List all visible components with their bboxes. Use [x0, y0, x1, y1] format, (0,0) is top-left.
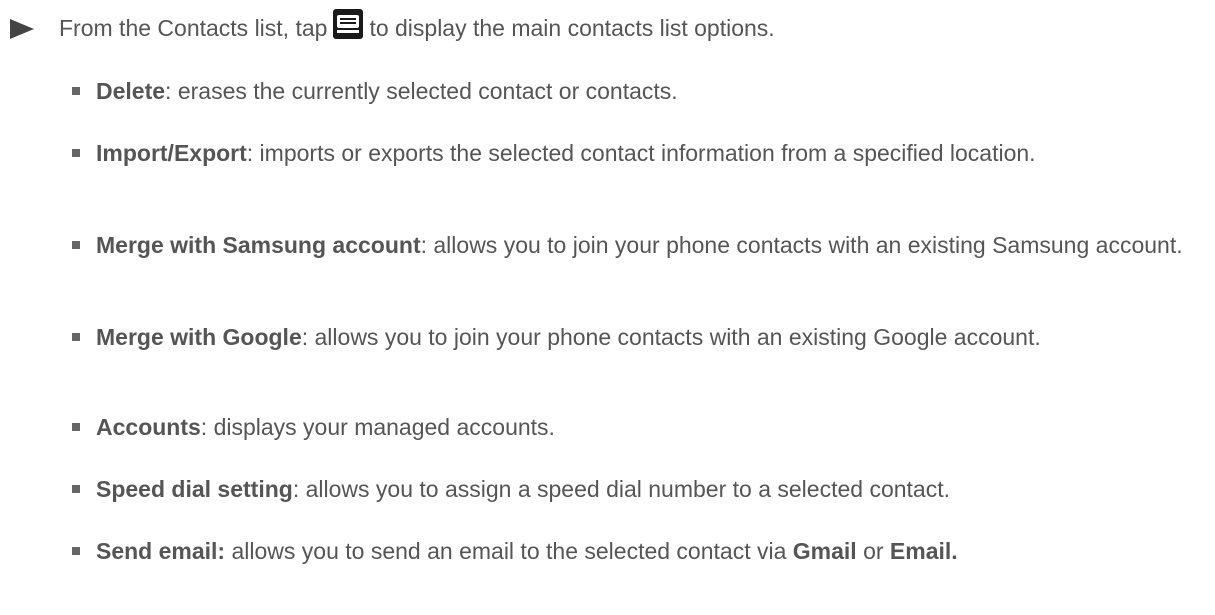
- bullet-icon: [72, 485, 80, 493]
- list-item-accounts: Accounts: displays your managed accounts…: [72, 412, 1201, 442]
- option-description: : erases the currently selected contact …: [165, 78, 678, 104]
- list-item-delete: Delete: erases the currently selected co…: [72, 76, 1201, 106]
- list-item-import-export: Import/Export: imports or exports the se…: [72, 138, 1201, 168]
- option-description: allows you to send an email to the selec…: [225, 538, 793, 564]
- step-arrow-icon: [10, 19, 34, 39]
- option-term: Accounts: [96, 414, 201, 440]
- bullet-icon: [72, 149, 80, 157]
- option-description: : imports or exports the selected contac…: [246, 140, 1036, 166]
- list-item-merge-google: Merge with Google: allows you to join yo…: [72, 322, 1201, 352]
- bullet-icon: [72, 87, 80, 95]
- intro-text-after: to display the main contacts list option…: [369, 15, 775, 41]
- bullet-icon: [72, 333, 80, 341]
- option-description: : displays your managed accounts.: [200, 414, 555, 440]
- bullet-icon: [72, 241, 80, 249]
- option-term: Merge with Samsung account: [96, 232, 421, 258]
- list-item-speed-dial: Speed dial setting: allows you to assign…: [72, 474, 1201, 504]
- list-item-send-email: Send email: allows you to send an email …: [72, 536, 1201, 566]
- or-text: or: [856, 538, 890, 564]
- bullet-icon: [72, 547, 80, 555]
- option-term: Speed dial setting: [96, 476, 293, 502]
- gmail-label: Gmail: [792, 538, 857, 564]
- intro-text-before: From the Contacts list, tap: [59, 15, 328, 41]
- option-term: Merge with Google: [96, 324, 302, 350]
- option-term: Delete: [96, 78, 166, 104]
- option-description: : allows you to join your phone contacts…: [301, 324, 1041, 350]
- bullet-icon: [72, 423, 80, 431]
- email-label: Email.: [889, 538, 958, 564]
- manual-page: From the Contacts list, tap to display t…: [0, 0, 1215, 615]
- list-item-merge-samsung: Merge with Samsung account: allows you t…: [72, 230, 1201, 260]
- option-description: : allows you to join your phone contacts…: [420, 232, 1183, 258]
- menu-icon: [333, 9, 364, 39]
- option-description: : allows you to assign a speed dial numb…: [292, 476, 950, 502]
- intro-step: From the Contacts list, tap to display t…: [10, 8, 775, 48]
- option-term: Import/Export: [96, 140, 247, 166]
- option-term: Send email:: [96, 538, 226, 564]
